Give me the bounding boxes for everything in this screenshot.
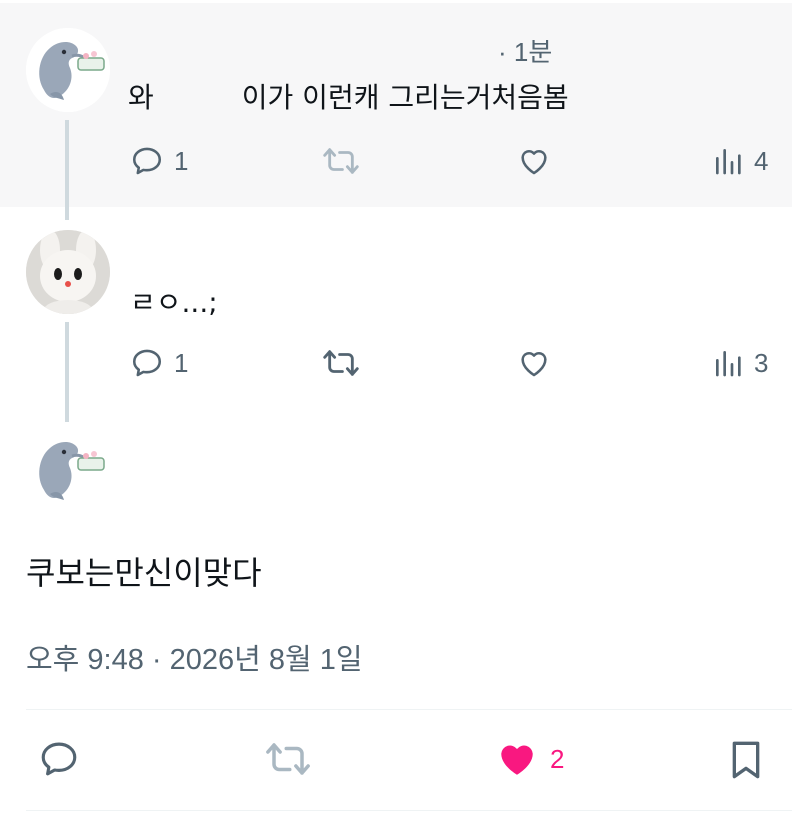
reply-text-suffix: 이가 이런캐 그리는거처음봄 [241, 81, 569, 114]
like-icon [521, 149, 547, 175]
reply-button[interactable] [38, 738, 80, 780]
views-button[interactable]: 4 [712, 144, 768, 178]
like-icon [521, 351, 547, 377]
reply-icon [132, 349, 162, 377]
dolphin-avatar[interactable] [26, 28, 110, 112]
reply-text: ㄹㅇ...; [130, 286, 218, 319]
reply-text: 와 이가 이런캐 그리는거처음봄 [128, 76, 569, 116]
views-count: 4 [754, 145, 769, 176]
reply-button[interactable]: 1 [130, 144, 188, 178]
like-button[interactable]: 2 [494, 738, 564, 780]
retweet-icon [323, 350, 359, 376]
post-text: 쿠보는만신이맞다 [26, 554, 262, 592]
reply-icon [132, 147, 162, 175]
like-count: 2 [550, 743, 565, 774]
retweet-icon [323, 148, 359, 174]
divider [26, 810, 792, 811]
reply-icon [41, 742, 77, 776]
bookmark-icon [732, 741, 760, 779]
bunny-avatar[interactable] [26, 230, 110, 314]
reply-time: · 1분 [498, 37, 553, 67]
like-button[interactable] [516, 346, 552, 380]
views-icon [716, 149, 741, 175]
views-count: 3 [754, 347, 769, 378]
like-button[interactable] [516, 144, 552, 178]
like-icon [501, 745, 533, 775]
retweet-icon [266, 743, 310, 775]
views-button[interactable]: 3 [712, 346, 768, 380]
reply-count: 1 [174, 347, 189, 378]
thread-line [65, 322, 69, 422]
reply-count: 1 [174, 145, 189, 176]
retweet-button[interactable] [322, 346, 360, 380]
reply-button[interactable]: 1 [130, 346, 188, 380]
bookmark-button[interactable] [726, 738, 766, 782]
dolphin-avatar[interactable] [26, 428, 110, 512]
divider [26, 709, 792, 710]
thread-line [65, 120, 69, 220]
retweet-button [322, 144, 360, 178]
reply-text-prefix: 와 [128, 81, 154, 114]
retweet-button [264, 738, 312, 780]
post-timestamp[interactable]: 오후 9:48 · 2026년 8월 1일 [26, 636, 363, 678]
views-icon [716, 351, 741, 377]
